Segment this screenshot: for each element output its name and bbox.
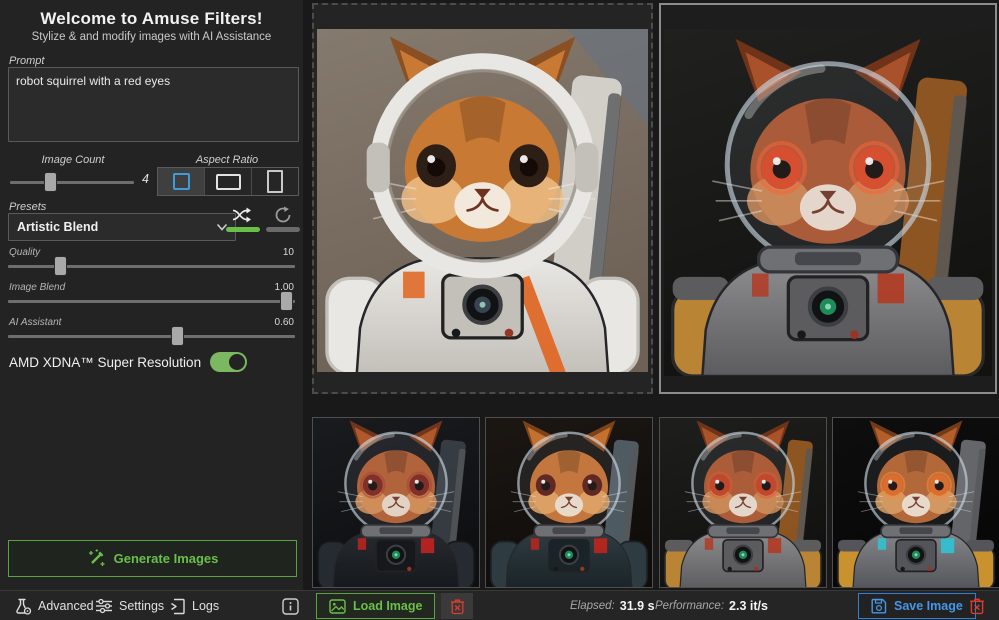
- slider-handle[interactable]: [172, 327, 184, 345]
- portrait-ratio-icon: [267, 170, 283, 193]
- elapsed-label: Elapsed:: [570, 600, 615, 612]
- aspect-ratio-label: Aspect Ratio: [195, 154, 259, 166]
- slider-handle[interactable]: [54, 257, 66, 275]
- trash-delete-icon: [970, 598, 984, 615]
- page-title: Welcome to Amuse Filters!: [40, 9, 263, 28]
- refresh-inactive-indicator: [266, 227, 300, 232]
- delete-generated-image-button[interactable]: [963, 594, 991, 618]
- prompt-label: Prompt: [9, 55, 45, 67]
- aspect-landscape-button[interactable]: [205, 168, 252, 195]
- toggle-knob: [229, 354, 246, 370]
- info-button[interactable]: [280, 591, 300, 620]
- super-resolution-label: AMD XDNA™ Super Resolution: [9, 354, 202, 370]
- generated-image: [664, 29, 992, 376]
- load-image-group: Load Image: [316, 593, 474, 619]
- amuse-app-window: Welcome to Amuse Filters! Stylize & and …: [0, 0, 999, 620]
- thumbnail-3[interactable]: [659, 417, 827, 588]
- quality-slider[interactable]: [8, 257, 295, 275]
- load-image-label: Load Image: [353, 599, 423, 613]
- sliders-icon: [96, 598, 112, 614]
- trash-delete-icon: [450, 599, 464, 614]
- filters-sidebar: Welcome to Amuse Filters! Stylize & and …: [0, 0, 303, 590]
- shuffle-preset-button[interactable]: [224, 206, 262, 240]
- thumbnail-1[interactable]: [312, 417, 480, 588]
- presets-value: Artistic Blend: [17, 220, 99, 234]
- presets-dropdown[interactable]: Artistic Blend: [8, 213, 236, 241]
- slider-track: [10, 181, 134, 184]
- elapsed-value: 31.9 s: [619, 599, 655, 613]
- performance-value: 2.3 it/s: [729, 599, 768, 613]
- magic-wand-icon: [88, 549, 105, 566]
- logs-label: Logs: [192, 599, 220, 613]
- square-ratio-icon: [172, 173, 190, 190]
- logs-icon: [171, 598, 185, 614]
- input-image: [317, 29, 648, 372]
- generated-image-panel[interactable]: [659, 3, 997, 394]
- thumbnail-2[interactable]: [485, 417, 653, 588]
- slider-track: [8, 335, 295, 338]
- input-image-dropzone[interactable]: [312, 3, 653, 394]
- refresh-icon: [275, 206, 291, 223]
- performance-metric: Performance: 2.3 it/s: [655, 591, 768, 620]
- landscape-ratio-icon: [215, 173, 241, 190]
- slider-handle[interactable]: [281, 292, 293, 310]
- logs-button[interactable]: Logs: [170, 591, 219, 620]
- aspect-ratio-group: [157, 167, 299, 196]
- save-image-label: Save Image: [894, 599, 963, 613]
- generate-images-button[interactable]: Generate Images: [8, 540, 297, 577]
- aspect-square-button[interactable]: [158, 168, 205, 195]
- super-resolution-toggle[interactable]: [210, 352, 248, 372]
- thumbnail-4[interactable]: [832, 417, 999, 588]
- load-image-button[interactable]: Load Image: [316, 593, 436, 619]
- save-image-button[interactable]: Save Image: [858, 593, 976, 619]
- super-resolution-row: AMD XDNA™ Super Resolution: [9, 352, 248, 372]
- image-icon: [329, 598, 346, 614]
- refresh-preset-button[interactable]: [264, 206, 302, 240]
- presets-label: Presets: [9, 201, 47, 213]
- info-icon: [281, 597, 299, 615]
- prompt-input[interactable]: robot squirrel with a red eyes: [8, 67, 299, 142]
- page-subtitle: Stylize & and modify images with AI Assi…: [31, 31, 272, 43]
- status-bar: Advanced Settings Logs Load Image Elapse…: [0, 590, 999, 620]
- advanced-label: Advanced: [38, 599, 94, 613]
- aspect-portrait-button[interactable]: [252, 168, 298, 195]
- ai-assistant-slider[interactable]: [8, 327, 295, 345]
- elapsed-metric: Elapsed: 31.9 s: [570, 591, 655, 620]
- image-count-slider[interactable]: [10, 173, 134, 191]
- settings-button[interactable]: Settings: [95, 591, 164, 620]
- generate-images-label: Generate Images: [113, 551, 219, 566]
- image-blend-slider[interactable]: [8, 292, 295, 310]
- image-count-value: 4: [142, 172, 149, 186]
- slider-handle[interactable]: [44, 173, 56, 191]
- shuffle-active-indicator: [226, 227, 260, 232]
- image-count-label: Image Count: [41, 154, 105, 166]
- settings-label: Settings: [119, 599, 165, 613]
- beaker-icon: [16, 598, 32, 615]
- clear-input-image-button[interactable]: [441, 593, 474, 619]
- save-icon: [871, 598, 887, 614]
- advanced-button[interactable]: Advanced: [14, 591, 94, 620]
- shuffle-icon: [232, 207, 251, 223]
- slider-track: [8, 265, 295, 268]
- slider-track: [8, 300, 295, 303]
- performance-label: Performance:: [655, 600, 725, 612]
